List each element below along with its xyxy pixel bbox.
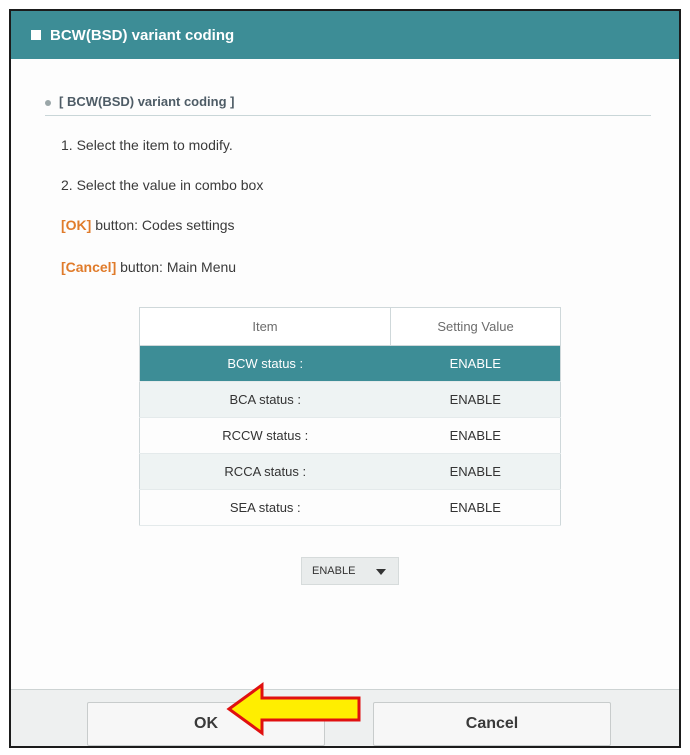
table-row[interactable]: BCW status : ENABLE (139, 345, 561, 382)
instruction-step-1: 1. Select the item to modify. (61, 137, 233, 153)
instruction-step-2: 2. Select the value in combo box (61, 177, 264, 193)
row-item-name: BCA status : (139, 381, 391, 418)
section-title: [ BCW(BSD) variant coding ] (59, 94, 235, 109)
value-combo-box[interactable]: ENABLE (301, 557, 399, 585)
instruction-ok: [OK] button: Codes settings (61, 217, 235, 233)
column-header-item: Item (139, 307, 391, 346)
coding-table: Item Setting Value BCW status : ENABLE B… (139, 307, 561, 526)
chevron-down-icon (376, 569, 386, 575)
cancel-button[interactable]: Cancel (373, 702, 611, 746)
row-item-name: RCCW status : (139, 417, 391, 454)
cancel-tag: [Cancel] (61, 259, 117, 275)
table-row[interactable]: SEA status : ENABLE (139, 489, 561, 526)
row-setting-value: ENABLE (390, 417, 561, 454)
table-row[interactable]: RCCA status : ENABLE (139, 453, 561, 490)
row-setting-value: ENABLE (390, 489, 561, 526)
table-row[interactable]: BCA status : ENABLE (139, 381, 561, 418)
cancel-description: button: Main Menu (116, 259, 237, 275)
row-setting-value: ENABLE (390, 345, 561, 382)
instruction-cancel: [Cancel] button: Main Menu (61, 259, 236, 275)
ok-tag: [OK] (61, 217, 92, 233)
column-header-setting-value: Setting Value (390, 307, 561, 346)
row-item-name: BCW status : (139, 345, 391, 382)
title-bar: BCW(BSD) variant coding (11, 11, 679, 59)
square-icon (31, 30, 41, 40)
arrow-left-icon (226, 682, 361, 736)
dialog-window: BCW(BSD) variant coding [ BCW(BSD) varia… (9, 9, 681, 748)
combo-selected-value: ENABLE (312, 565, 356, 577)
table-header-row: Item Setting Value (139, 307, 561, 346)
row-setting-value: ENABLE (390, 381, 561, 418)
table-row[interactable]: RCCW status : ENABLE (139, 417, 561, 454)
dialog-title: BCW(BSD) variant coding (50, 26, 235, 44)
section-header: [ BCW(BSD) variant coding ] (45, 94, 651, 116)
bullet-icon (45, 100, 51, 106)
row-item-name: RCCA status : (139, 453, 391, 490)
row-setting-value: ENABLE (390, 453, 561, 490)
row-item-name: SEA status : (139, 489, 391, 526)
ok-description: button: Codes settings (91, 217, 235, 233)
